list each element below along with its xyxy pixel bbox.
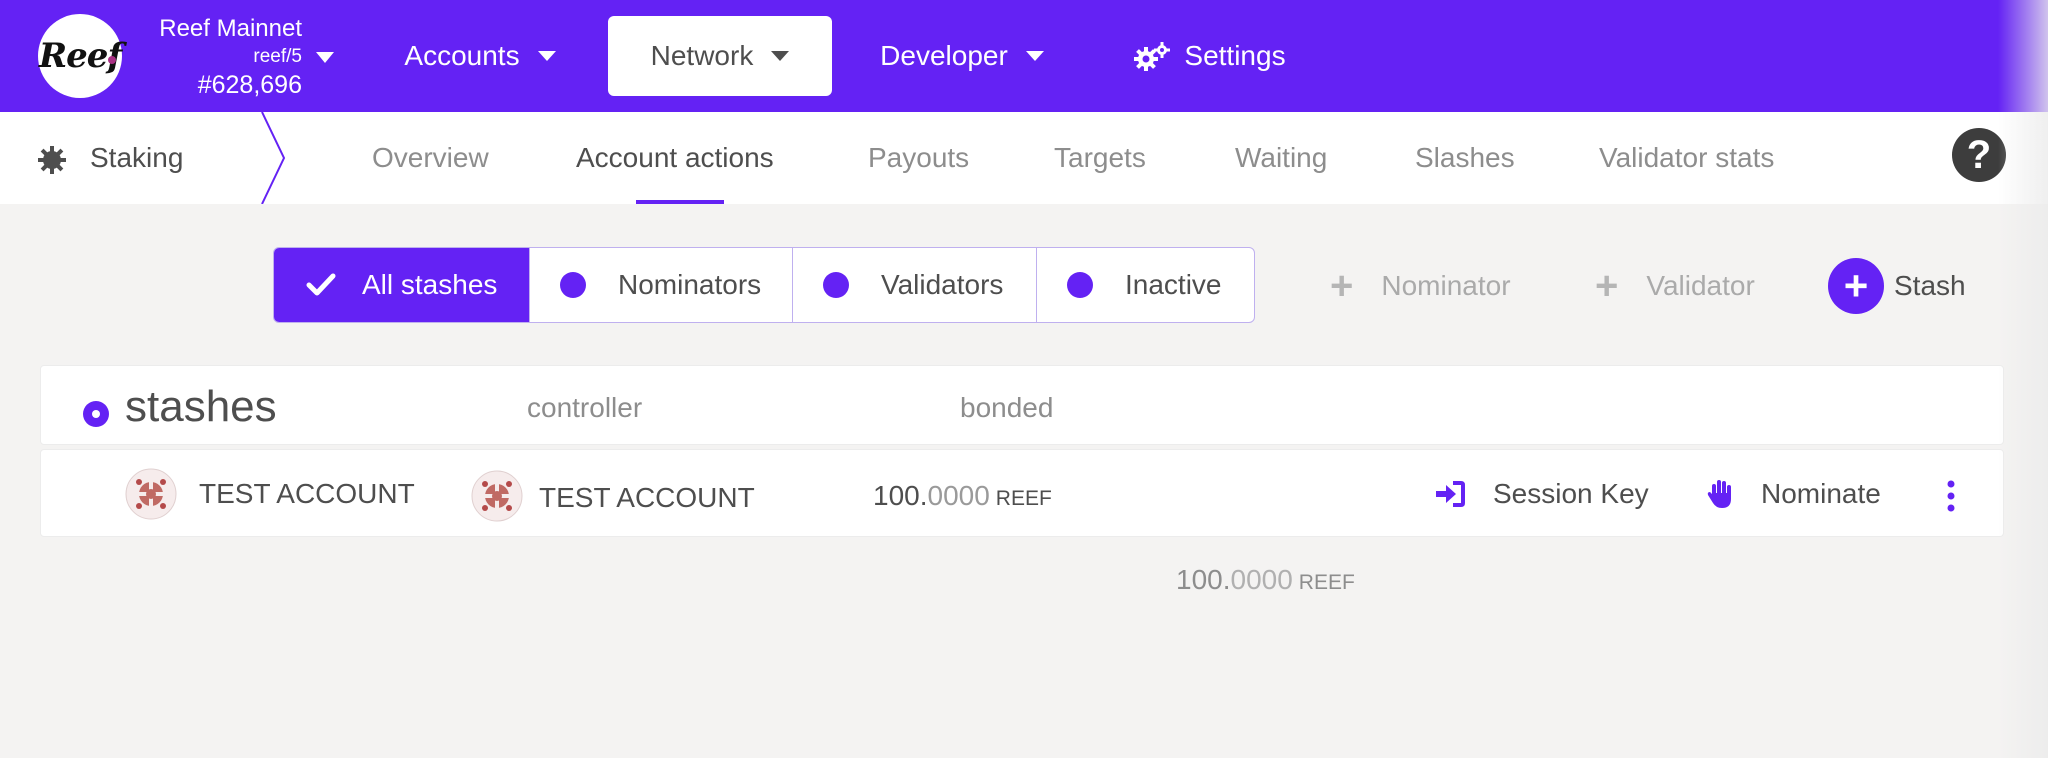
menu-settings[interactable]: Settings bbox=[1120, 16, 1300, 96]
tab-targets[interactable]: Targets bbox=[1054, 142, 1146, 174]
active-tab-indicator bbox=[636, 200, 724, 204]
menu-accounts-label: Accounts bbox=[404, 40, 520, 71]
bullet-icon bbox=[560, 272, 586, 298]
column-bonded: bonded bbox=[960, 392, 1054, 423]
add-validator-label: Validator bbox=[1646, 270, 1755, 301]
total-int: 100. bbox=[1176, 564, 1231, 595]
help-glyph: ? bbox=[1966, 132, 1992, 177]
top-navbar: Reef Reef Mainnet reef/5 #628,696 Accoun… bbox=[0, 0, 2048, 112]
nominate-button[interactable]: Nominate bbox=[1707, 478, 1881, 510]
identicon-icon[interactable] bbox=[125, 468, 177, 520]
tab-waiting[interactable]: Waiting bbox=[1235, 142, 1327, 174]
bullet-icon bbox=[1067, 272, 1093, 298]
nominate-label: Nominate bbox=[1761, 478, 1881, 509]
caret-down-icon[interactable] bbox=[316, 51, 334, 69]
controller-account-name[interactable]: TEST ACCOUNT bbox=[539, 482, 755, 514]
table-row: TEST ACCOUNT TEST ACCOUNT 100.0000 REEF S… bbox=[40, 449, 2004, 537]
reef-logo[interactable]: Reef bbox=[38, 14, 122, 98]
tab-validator-stats[interactable]: Validator stats bbox=[1599, 142, 1774, 174]
add-validator-button[interactable]: + Validator bbox=[1595, 256, 1755, 316]
caret-down-icon bbox=[771, 51, 790, 61]
bonded-amount: 100.0000 REEF bbox=[873, 480, 1052, 512]
session-key-button[interactable]: Session Key bbox=[1435, 478, 1649, 510]
bonded-decimals: 0000 bbox=[927, 480, 990, 511]
filter-nominators-label: Nominators bbox=[618, 269, 762, 300]
chain-selector[interactable]: Reef Mainnet reef/5 #628,696 bbox=[140, 14, 302, 100]
filter-nominators[interactable]: Nominators bbox=[530, 248, 793, 322]
plus-circle-icon: + bbox=[1828, 258, 1884, 314]
staking-cog-icon bbox=[38, 146, 66, 179]
table-title: stashes bbox=[125, 382, 277, 431]
tab-payouts[interactable]: Payouts bbox=[868, 142, 969, 174]
bonded-unit: REEF bbox=[995, 487, 1052, 510]
bullet-icon bbox=[823, 272, 849, 298]
sign-in-icon bbox=[1435, 481, 1465, 507]
staking-label: Staking bbox=[90, 142, 184, 173]
staking-section: Staking bbox=[0, 112, 286, 204]
filter-inactive[interactable]: Inactive bbox=[1037, 248, 1254, 322]
session-key-label: Session Key bbox=[1493, 478, 1649, 509]
filter-all-stashes[interactable]: All stashes bbox=[274, 248, 530, 322]
bonded-int: 100. bbox=[873, 480, 928, 511]
breadcrumb-chevron-icon bbox=[261, 112, 286, 204]
check-icon bbox=[306, 273, 336, 297]
total-decimals: 0000 bbox=[1230, 564, 1293, 595]
caret-down-icon bbox=[1025, 51, 1044, 61]
menu-accounts[interactable]: Accounts bbox=[380, 16, 580, 96]
caret-down-icon bbox=[537, 51, 556, 61]
more-options-icon[interactable] bbox=[1945, 480, 1957, 512]
column-controller: controller bbox=[527, 392, 643, 423]
stash-account-name[interactable]: TEST ACCOUNT bbox=[199, 478, 415, 510]
add-nominator-label: Nominator bbox=[1381, 270, 1511, 301]
filter-inactive-label: Inactive bbox=[1125, 269, 1222, 300]
plus-icon: + bbox=[1330, 263, 1354, 308]
logo-dot bbox=[108, 56, 116, 64]
hand-paper-icon bbox=[1707, 479, 1733, 509]
help-icon[interactable]: ? bbox=[1952, 128, 2006, 182]
filter-all-stashes-label: All stashes bbox=[362, 269, 498, 300]
menu-developer[interactable]: Developer bbox=[862, 16, 1062, 96]
tab-account-actions[interactable]: Account actions bbox=[576, 142, 774, 174]
gears-icon bbox=[1134, 41, 1171, 71]
filter-validators[interactable]: Validators bbox=[793, 248, 1037, 322]
add-stash-button[interactable]: + Stash bbox=[1828, 256, 1966, 316]
add-stash-label: Stash bbox=[1894, 270, 1966, 301]
menu-network-label: Network bbox=[650, 40, 754, 71]
stash-filter-group: All stashes Nominators Validators Inacti… bbox=[273, 247, 1255, 323]
menu-settings-label: Settings bbox=[1184, 40, 1286, 71]
chain-spec: reef/5 bbox=[253, 46, 302, 67]
tab-overview[interactable]: Overview bbox=[372, 142, 489, 174]
menu-network[interactable]: Network bbox=[608, 16, 832, 96]
filter-validators-label: Validators bbox=[881, 269, 1004, 300]
menu-developer-label: Developer bbox=[880, 40, 1008, 71]
total-bonded: 100.0000 REEF bbox=[1176, 564, 1355, 596]
chain-name: Reef Mainnet bbox=[159, 15, 302, 42]
identicon-icon[interactable] bbox=[471, 470, 523, 522]
total-unit: REEF bbox=[1298, 571, 1355, 594]
add-nominator-button[interactable]: + Nominator bbox=[1330, 256, 1511, 316]
plus-icon: + bbox=[1595, 263, 1619, 308]
subnav-tabs: Staking Overview Account actions Payouts… bbox=[0, 112, 2048, 204]
tab-slashes[interactable]: Slashes bbox=[1415, 142, 1515, 174]
stash-dot-icon bbox=[83, 401, 109, 427]
block-number: #628,696 bbox=[197, 71, 302, 99]
stashes-table-header: stashes controller bonded bbox=[40, 365, 2004, 445]
